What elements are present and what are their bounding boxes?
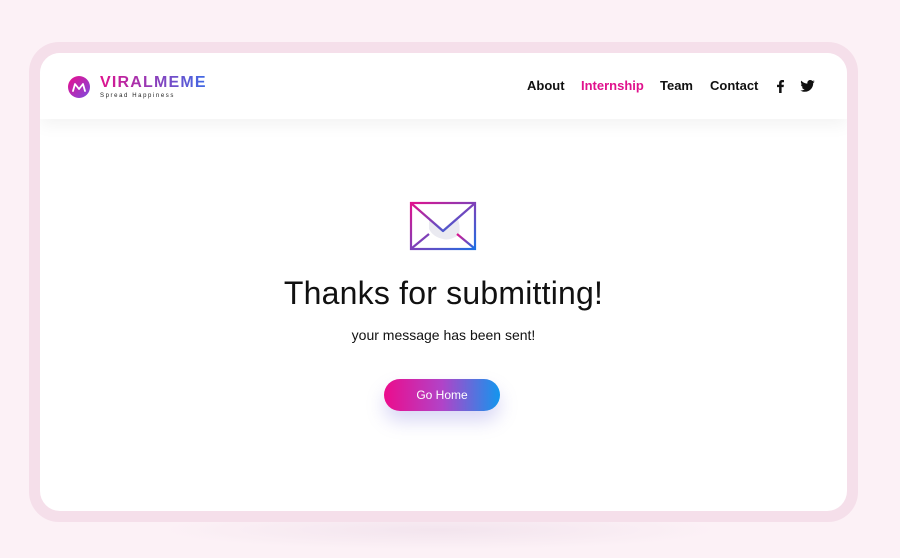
go-home-button[interactable]: Go Home [384,379,500,411]
twitter-icon[interactable] [800,77,815,95]
nav-item-contact[interactable]: Contact [710,77,758,95]
page-card: VIRALMEME Spread Happiness About Interns… [40,53,847,511]
browser-frame: VIRALMEME Spread Happiness About Interns… [29,42,858,522]
confirmation-title: Thanks for submitting! [283,275,604,311]
envelope-icon [409,201,477,257]
facebook-icon[interactable] [777,77,784,95]
confirmation-message: your message has been sent! [351,327,536,343]
confirmation-section: Thanks for submitting! your message has … [40,119,847,511]
nav-item-internship[interactable]: Internship [581,77,644,95]
nav-item-team[interactable]: Team [660,77,693,95]
navbar: VIRALMEME Spread Happiness About Interns… [40,53,847,119]
nav-item-about[interactable]: About [527,77,565,95]
nav-links: About Internship Team Contact [40,77,847,95]
